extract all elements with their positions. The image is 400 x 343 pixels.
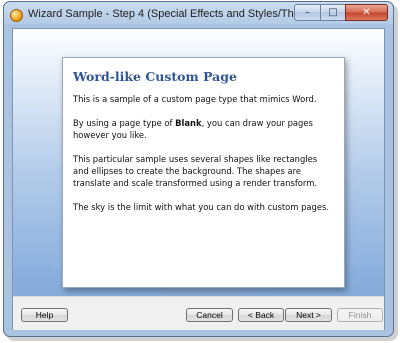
wizard-client-area: Word-like Custom Page This is a sample o… — [12, 28, 385, 330]
next-button[interactable]: Next > — [285, 308, 332, 322]
minimize-button[interactable]: – — [294, 4, 320, 21]
blank-keyword: Blank — [175, 118, 202, 128]
paragraph-text: By using a page type of — [73, 118, 176, 128]
maximize-icon: □ — [328, 7, 338, 18]
word-like-page: Word-like Custom Page This is a sample o… — [62, 57, 345, 288]
paragraph-blank-page-type: By using a page type of Blank, you can d… — [73, 117, 334, 141]
maximize-button[interactable]: □ — [320, 4, 345, 21]
minimize-icon: – — [305, 7, 310, 18]
wizard-footer: Help Cancel < Back Next > Finish — [13, 296, 384, 330]
caption-buttons: – □ ✕ — [294, 4, 388, 21]
help-button[interactable]: Help — [21, 308, 68, 322]
close-button[interactable]: ✕ — [345, 4, 388, 21]
close-icon: ✕ — [362, 7, 371, 18]
paragraph-intro: This is a sample of a custom page type t… — [73, 94, 317, 104]
page-heading: Word-like Custom Page — [73, 69, 237, 84]
custom-page-background: Word-like Custom Page This is a sample o… — [13, 29, 384, 296]
cancel-button[interactable]: Cancel — [186, 308, 233, 322]
title-bar[interactable]: Wizard Sample - Step 4 (Special Effects … — [4, 2, 393, 28]
back-button[interactable]: < Back — [238, 308, 284, 322]
finish-button[interactable]: Finish — [337, 308, 383, 322]
paragraph-shapes: This particular sample uses several shap… — [73, 154, 318, 188]
app-icon[interactable] — [10, 9, 23, 22]
wizard-window: Wizard Sample - Step 4 (Special Effects … — [3, 1, 394, 337]
paragraph-sky-limit: The sky is the limit with what you can d… — [73, 202, 330, 212]
